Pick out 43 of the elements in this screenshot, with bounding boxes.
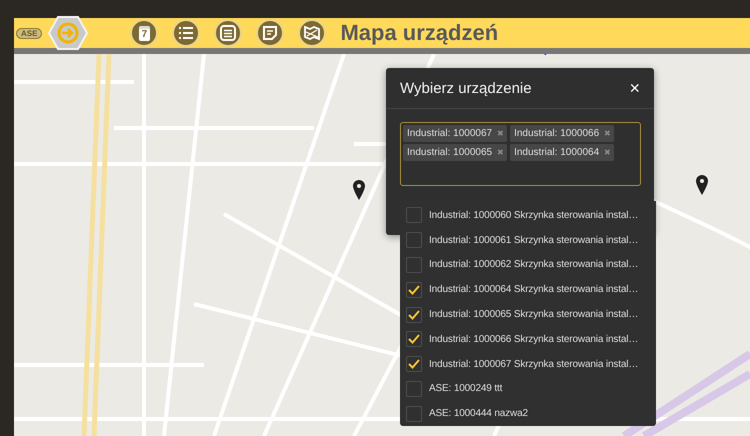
checkbox[interactable] [406, 232, 422, 248]
tag-label: Industrial: 1000067 [407, 128, 492, 139]
page-title: Mapa urządzeń [340, 20, 498, 46]
device-option[interactable]: Industrial: 1000065 Skrzynka sterowania instal… [400, 302, 656, 327]
checkmark-icon [408, 334, 420, 344]
checkbox[interactable] [406, 306, 422, 323]
checkmark-icon [408, 359, 420, 370]
note-button[interactable] [256, 19, 284, 47]
checkbox[interactable] [406, 282, 422, 298]
tag-label: Industrial: 1000066 [514, 128, 600, 139]
checkbox[interactable] [406, 380, 422, 397]
checkbox[interactable] [406, 356, 422, 372]
checkbox[interactable] [406, 331, 422, 348]
logout-button[interactable] [48, 16, 88, 50]
device-option[interactable]: Industrial: 1000062 Skrzynka sterowania instal… [400, 252, 656, 278]
tag-label: Industrial: 1000064 [514, 147, 600, 158]
device-option[interactable]: Industrial: 1000060 Skrzynka sterowania instal… [400, 203, 656, 228]
map-pin-icon[interactable] [696, 175, 708, 195]
close-button[interactable]: × [627, 79, 642, 97]
device-option[interactable]: ASE: 1000444 nazwa2 [400, 401, 656, 426]
map-pin-icon[interactable] [353, 180, 365, 200]
checkmark-icon [408, 310, 420, 320]
map-icon [303, 24, 322, 42]
note-icon [261, 24, 280, 42]
tag-label: Industrial: 1000065 [407, 147, 492, 158]
logo: ASE [16, 28, 42, 38]
map-button[interactable] [298, 19, 326, 47]
dialog-title: Wybierz urządzenie [400, 80, 532, 96]
device-option[interactable]: Industrial: 1000064 Skrzynka sterowania instal… [400, 277, 656, 302]
device-option[interactable]: Industrial: 1000061 Skrzynka sterowania instal… [400, 228, 656, 253]
list-icon [177, 24, 196, 42]
list-button[interactable] [172, 19, 200, 47]
checkmark-icon [408, 284, 420, 295]
device-option[interactable]: Industrial: 1000066 Skrzynka sterowania instal… [400, 326, 656, 352]
checkbox[interactable] [406, 256, 422, 273]
menu-icon [219, 24, 238, 42]
checkbox[interactable] [406, 406, 422, 422]
device-option[interactable]: ASE: 1000249 ttt [400, 376, 656, 402]
calendar-button[interactable]: 7 [130, 19, 158, 47]
device-option[interactable]: Industrial: 1000067 Skrzynka sterowania instal… [400, 352, 656, 377]
checkbox[interactable] [406, 207, 422, 224]
menu-button[interactable] [214, 19, 242, 47]
exit-arrow-icon [48, 16, 88, 50]
